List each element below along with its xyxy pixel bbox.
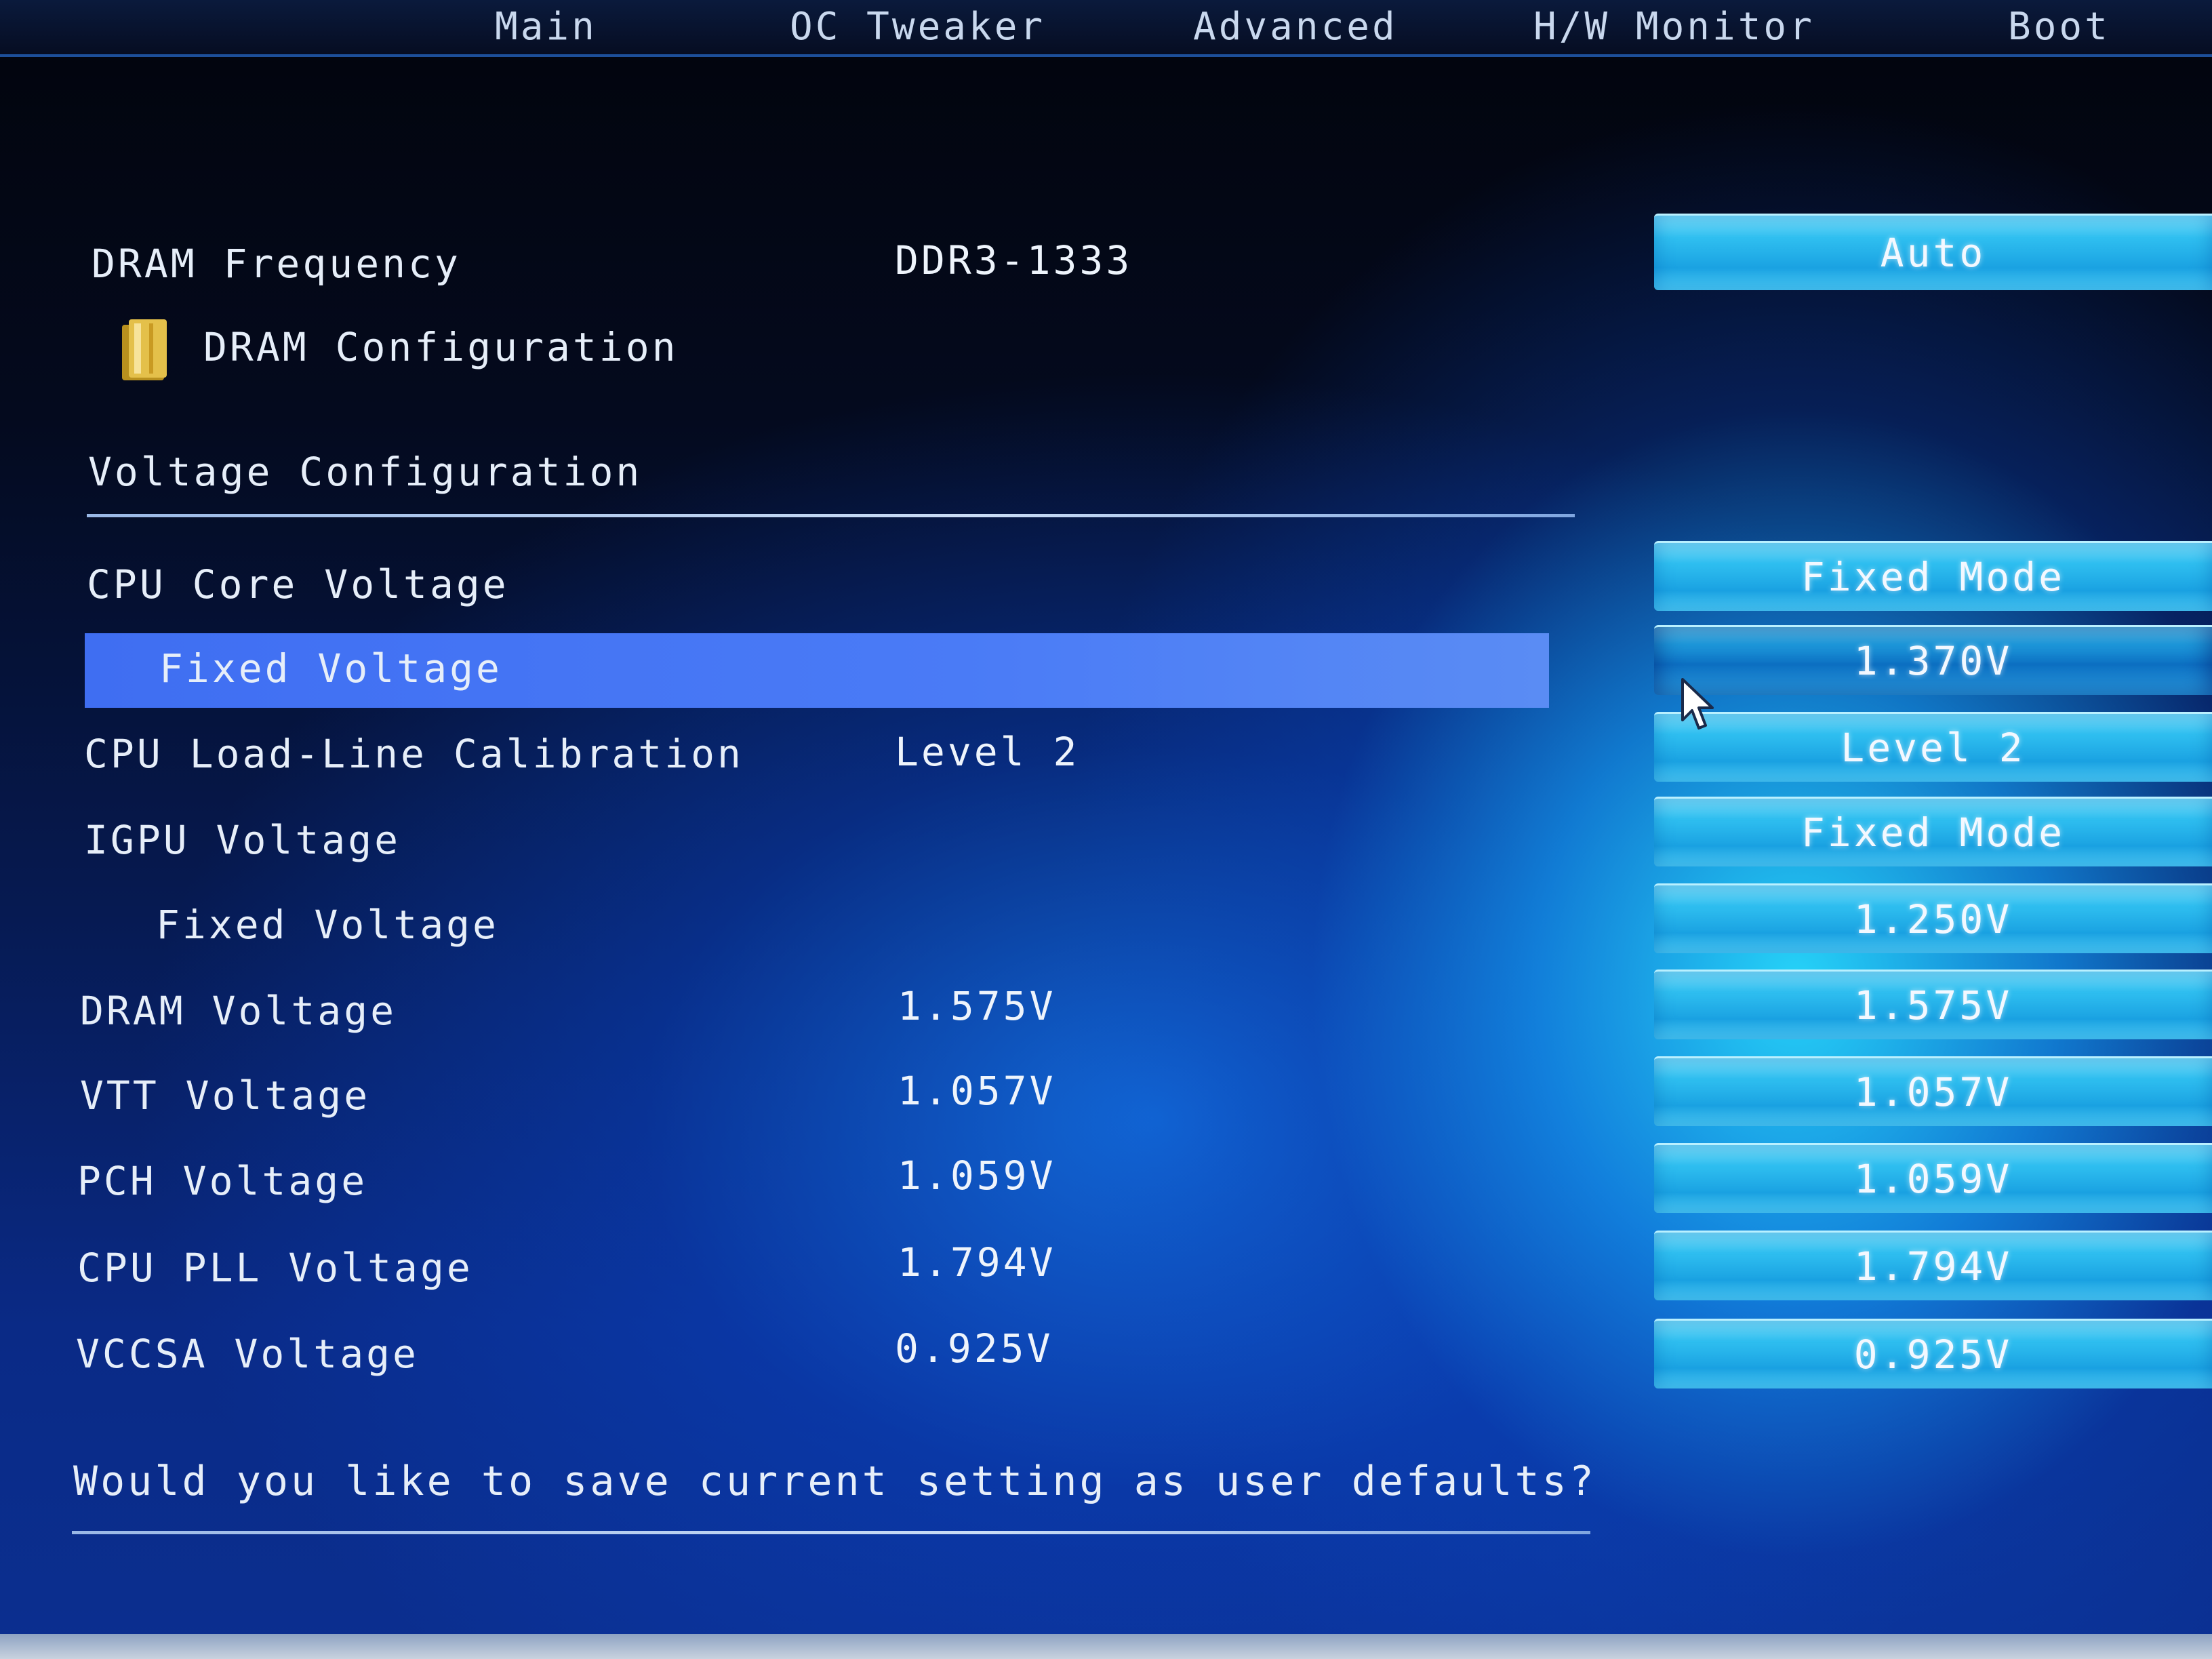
- cpu-llc-label[interactable]: CPU Load-Line Calibration: [84, 731, 744, 777]
- vtt-voltage-option[interactable]: 1.057V: [1654, 1056, 2212, 1126]
- tab-advanced[interactable]: Advanced: [1193, 0, 1398, 54]
- top-menu-bar: Main OC Tweaker Advanced H/W Monitor Boo…: [0, 0, 2212, 57]
- dram-frequency-value: DDR3-1333: [895, 237, 1133, 283]
- tab-oc-tweaker[interactable]: OC Tweaker: [790, 0, 1045, 54]
- igpu-fixed-voltage-option[interactable]: 1.250V: [1654, 883, 2212, 953]
- vccsa-voltage-label[interactable]: VCCSA Voltage: [76, 1331, 419, 1377]
- pch-voltage-option[interactable]: 1.059V: [1654, 1143, 2212, 1213]
- cpu-llc-value: Level 2: [895, 729, 1080, 775]
- vtt-voltage-label[interactable]: VTT Voltage: [80, 1073, 370, 1119]
- section-divider: [87, 514, 1575, 517]
- dram-voltage-label[interactable]: DRAM Voltage: [80, 988, 397, 1034]
- cpu-core-voltage-option[interactable]: Fixed Mode: [1654, 541, 2212, 611]
- tab-boot[interactable]: Boot: [2008, 0, 2110, 54]
- cpu-llc-option[interactable]: Level 2: [1654, 712, 2212, 782]
- igpu-voltage-label[interactable]: IGPU Voltage: [84, 817, 401, 863]
- dram-voltage-option[interactable]: 1.575V: [1654, 970, 2212, 1039]
- tab-main[interactable]: Main: [495, 0, 597, 54]
- igpu-voltage-option[interactable]: Fixed Mode: [1654, 797, 2212, 866]
- vccsa-voltage-option[interactable]: 0.925V: [1654, 1319, 2212, 1388]
- cpu-pll-voltage-label[interactable]: CPU PLL Voltage: [77, 1245, 473, 1291]
- prompt-divider: [72, 1531, 1590, 1534]
- pch-voltage-label[interactable]: PCH Voltage: [77, 1158, 367, 1204]
- voltage-configuration-title: Voltage Configuration: [88, 449, 643, 495]
- bottom-status-strip: [0, 1634, 2212, 1659]
- dram-frequency-option[interactable]: Auto: [1654, 214, 2212, 290]
- mouse-cursor-icon: [1681, 678, 1714, 729]
- cpu-core-voltage-label[interactable]: CPU Core Voltage: [87, 561, 509, 607]
- save-defaults-prompt[interactable]: Would you like to save current setting a…: [73, 1458, 1596, 1505]
- dram-voltage-value: 1.575V: [898, 983, 1056, 1029]
- vccsa-voltage-value: 0.925V: [895, 1325, 1053, 1372]
- dram-frequency-label: DRAM Frequency: [92, 241, 461, 287]
- vtt-voltage-value: 1.057V: [898, 1068, 1056, 1114]
- cpu-pll-voltage-value: 1.794V: [898, 1239, 1056, 1285]
- cpu-pll-voltage-option[interactable]: 1.794V: [1654, 1231, 2212, 1300]
- folder-icon[interactable]: [119, 315, 174, 383]
- cpu-fixed-voltage-option[interactable]: 1.370V: [1654, 625, 2212, 695]
- dram-configuration-link[interactable]: DRAM Configuration: [203, 324, 679, 370]
- igpu-fixed-voltage-label[interactable]: Fixed Voltage: [156, 902, 499, 948]
- cpu-fixed-voltage-label[interactable]: Fixed Voltage: [159, 645, 502, 692]
- pch-voltage-value: 1.059V: [898, 1153, 1056, 1199]
- tab-hw-monitor[interactable]: H/W Monitor: [1533, 0, 1815, 54]
